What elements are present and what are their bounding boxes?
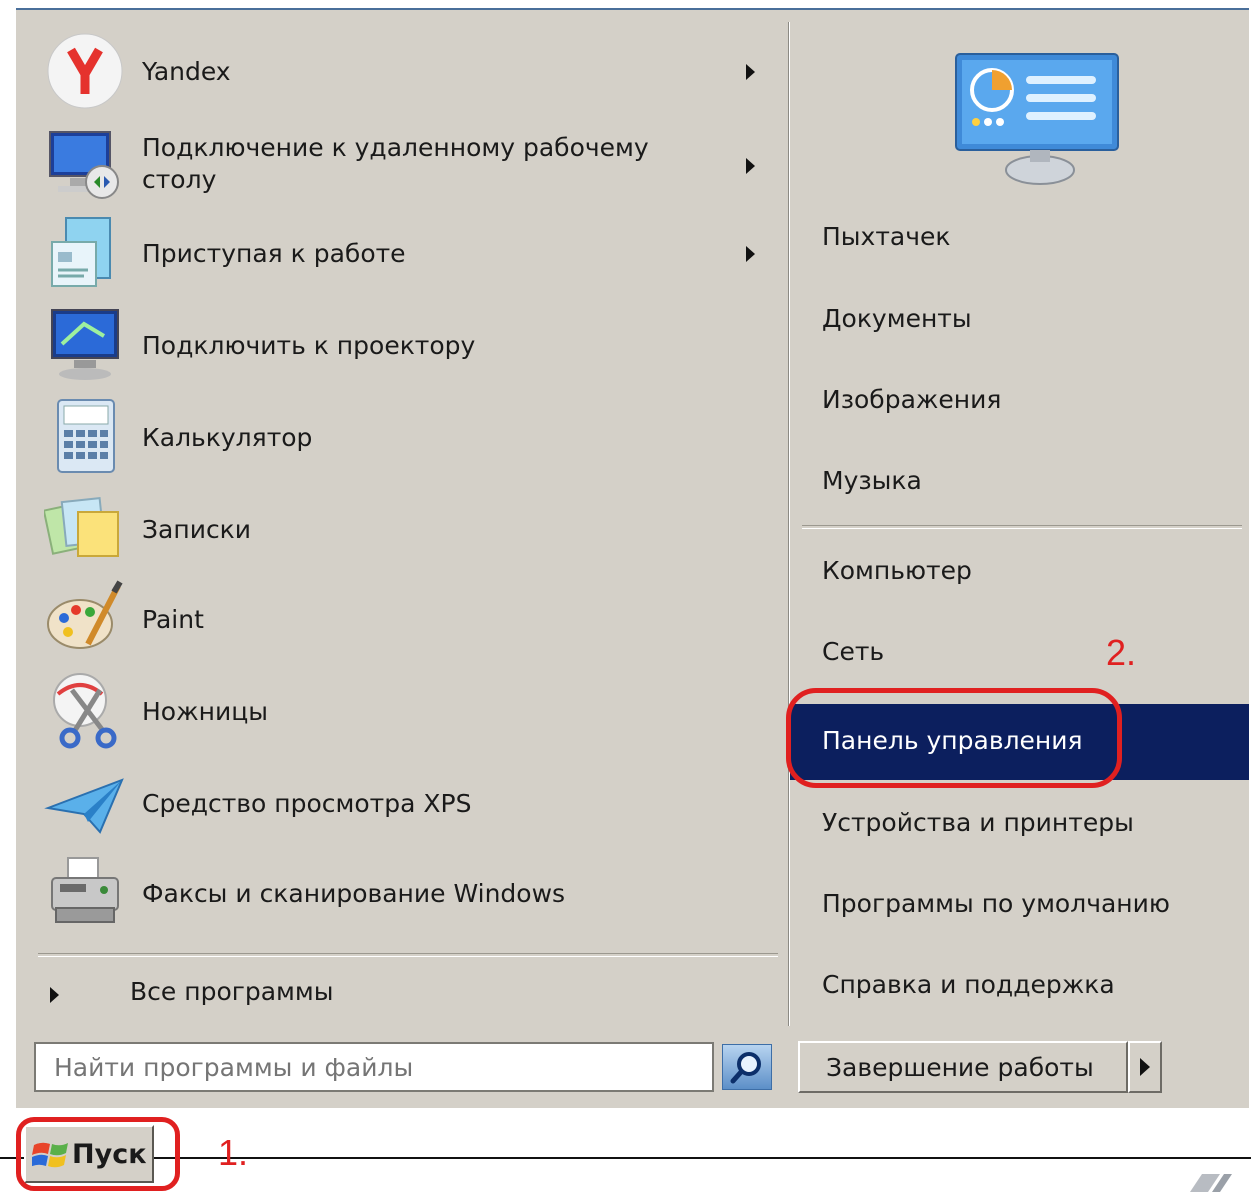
place-label: Справка и поддержка [822, 970, 1115, 999]
place-label: Пыхтачек [822, 222, 951, 251]
xps-viewer-icon [44, 762, 126, 844]
program-item-projector[interactable]: Подключить к проектору [16, 300, 776, 390]
remote-desktop-icon [44, 124, 126, 206]
place-label: Изображения [822, 385, 1002, 414]
program-label: Записки [142, 515, 252, 544]
program-label: Подключение к удаленному рабочему столу [142, 133, 649, 194]
all-programs-label: Все программы [130, 977, 334, 1006]
program-item-xps-viewer[interactable]: Средство просмотра XPS [16, 758, 776, 848]
start-menu: Yandex Подключение к удаленному рабочему… [16, 8, 1249, 1108]
place-item-documents[interactable]: Документы [790, 290, 1249, 352]
paint-icon [44, 578, 126, 660]
corner-logo-fragment [1180, 1172, 1251, 1192]
program-label: Средство просмотра XPS [142, 789, 472, 818]
places-panel: Пыхтачек Документы Изображения Музыка Ко… [790, 10, 1249, 1030]
program-label: Факсы и сканирование Windows [142, 879, 566, 908]
shutdown-button[interactable]: Завершение работы [798, 1041, 1128, 1093]
program-label: Калькулятор [142, 423, 313, 452]
annotation-step-2: 2. [1106, 632, 1137, 673]
program-label: Yandex [142, 57, 231, 86]
expand-arrow-icon [50, 987, 59, 1003]
place-item-computer[interactable]: Компьютер [790, 542, 1249, 604]
place-label: Устройства и принтеры [822, 808, 1134, 837]
divider [802, 525, 1242, 529]
annotation-highlight-start [16, 1117, 180, 1191]
program-item-yandex[interactable]: Yandex [16, 26, 776, 116]
place-label: Документы [822, 304, 972, 333]
taskbar-edge [0, 1157, 1251, 1159]
program-label: Ножницы [142, 697, 268, 726]
program-label: Paint [142, 605, 204, 634]
calculator-icon [44, 396, 126, 478]
divider [38, 953, 778, 957]
program-item-snipping-tool[interactable]: Ножницы [16, 666, 776, 756]
search-button[interactable] [722, 1044, 772, 1090]
search-field[interactable] [34, 1042, 714, 1092]
program-item-calculator[interactable]: Калькулятор [16, 392, 776, 482]
place-item-network[interactable]: Сеть [790, 623, 1249, 685]
program-item-fax-scan[interactable]: Факсы и сканирование Windows [16, 848, 776, 938]
program-label: Приступая к работе [142, 239, 406, 268]
place-item-pictures[interactable]: Изображения [790, 371, 1249, 433]
shutdown-options-button[interactable] [1128, 1041, 1162, 1093]
control-panel-picture-icon [940, 50, 1120, 190]
scissors-icon [44, 670, 126, 752]
place-label: Программы по умолчанию [822, 889, 1170, 918]
program-item-remote-desktop[interactable]: Подключение к удаленному рабочему столу [16, 120, 776, 210]
submenu-arrow-icon [746, 246, 755, 262]
submenu-arrow-icon [746, 64, 755, 80]
sticky-notes-icon [44, 488, 126, 570]
place-label: Сеть [822, 637, 885, 666]
place-item-default-programs[interactable]: Программы по умолчанию [790, 875, 1249, 937]
submenu-arrow-icon [746, 158, 755, 174]
annotation-step-1: 1. [218, 1132, 249, 1173]
getting-started-icon [44, 212, 126, 294]
place-item-user[interactable]: Пыхтачек [790, 208, 1249, 270]
search-icon [730, 1052, 761, 1084]
chevron-right-icon [1140, 1058, 1150, 1076]
program-item-getting-started[interactable]: Приступая к работе [16, 208, 776, 298]
yandex-icon [44, 30, 126, 112]
program-item-paint[interactable]: Paint [16, 574, 776, 664]
place-label: Компьютер [822, 556, 972, 585]
projector-icon [44, 304, 126, 386]
programs-panel: Yandex Подключение к удаленному рабочему… [16, 10, 786, 1030]
program-item-sticky-notes[interactable]: Записки [16, 484, 776, 574]
program-label: Подключить к проектору [142, 331, 476, 360]
search-input[interactable] [36, 1044, 712, 1090]
all-programs-button[interactable]: Все программы [16, 965, 776, 1025]
place-label: Музыка [822, 466, 922, 495]
fax-scan-icon [44, 852, 126, 934]
place-item-help-support[interactable]: Справка и поддержка [790, 956, 1249, 1018]
annotation-highlight-control-panel [786, 688, 1122, 788]
place-item-devices-printers[interactable]: Устройства и принтеры [790, 794, 1249, 856]
place-item-music[interactable]: Музыка [790, 452, 1249, 514]
